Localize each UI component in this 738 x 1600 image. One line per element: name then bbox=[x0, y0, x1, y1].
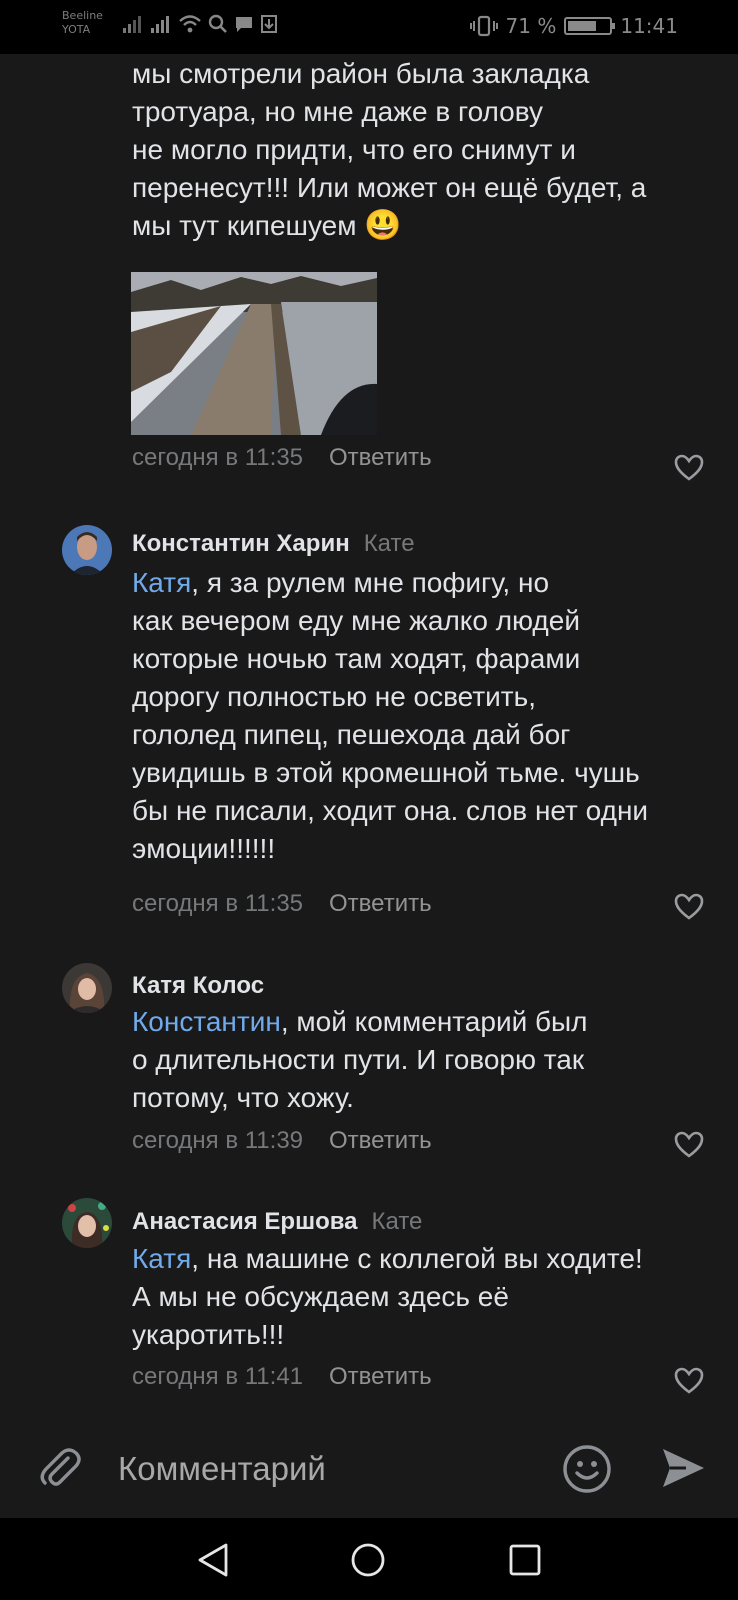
reply-button[interactable]: Ответить bbox=[329, 890, 432, 918]
comment-meta: сегодня в 11:35 Ответить bbox=[132, 890, 432, 918]
mention-link[interactable]: Катя bbox=[132, 567, 191, 598]
reply-button[interactable]: Ответить bbox=[329, 1363, 432, 1391]
status-icons-left bbox=[122, 14, 278, 34]
recents-square-icon[interactable] bbox=[508, 1543, 542, 1577]
smiley-icon[interactable] bbox=[562, 1444, 612, 1494]
signal-icon-2 bbox=[151, 16, 169, 33]
text-line: мы тут кипешуем 😃 bbox=[132, 207, 722, 245]
road-photo bbox=[131, 272, 377, 435]
reply-to: Кате bbox=[371, 1208, 423, 1235]
comment-text: Константин, мой комментарий был о длител… bbox=[132, 1003, 722, 1117]
author-line: Константин Харин Кате bbox=[132, 530, 415, 558]
text-line: мы смотрели район была закладка bbox=[132, 58, 590, 89]
comment-text: Катя, на машине с коллегой вы ходите! А … bbox=[132, 1240, 722, 1354]
text-line-content: мы тут кипешуем bbox=[132, 210, 357, 241]
comment-text-continued: мы смотрели район была закладка тротуара… bbox=[132, 55, 722, 245]
reply-to: Кате bbox=[363, 530, 415, 557]
text-line: Константин, мой комментарий был bbox=[132, 1003, 722, 1041]
mention-link[interactable]: Катя bbox=[132, 1243, 191, 1274]
text-line: А мы не обсуждаем здесь её bbox=[132, 1281, 509, 1312]
text-line: перенесут!!! Или может он ещё будет, а bbox=[132, 172, 647, 203]
system-nav-bar bbox=[0, 1518, 738, 1600]
battery-level bbox=[568, 21, 597, 31]
battery-icon bbox=[564, 17, 616, 35]
signal-icon bbox=[123, 16, 141, 33]
avatar-image bbox=[62, 963, 112, 1013]
comment-photo[interactable] bbox=[131, 272, 377, 435]
author-name[interactable]: Константин Харин bbox=[132, 530, 350, 557]
status-icons-right: 71 % 11:41 bbox=[469, 14, 678, 38]
battery-percent: 71 % bbox=[505, 14, 557, 38]
carrier-2: YOTA bbox=[62, 23, 91, 36]
carrier-1: Beeline bbox=[62, 9, 103, 22]
download-icon bbox=[261, 15, 277, 33]
avatar-image bbox=[62, 1198, 112, 1248]
comment-meta: сегодня в 11:41 Ответить bbox=[132, 1363, 432, 1391]
paperclip-icon[interactable] bbox=[36, 1444, 82, 1490]
heart-icon[interactable] bbox=[674, 1366, 704, 1396]
text-line: которые ночью там ходят, фарами bbox=[132, 643, 581, 674]
search-icon bbox=[208, 14, 227, 33]
author-line: Катя Колос bbox=[132, 972, 264, 1000]
home-circle-icon[interactable] bbox=[350, 1542, 386, 1578]
wifi-icon bbox=[179, 15, 201, 33]
text-line: дорогу полностью не осветить, bbox=[132, 681, 536, 712]
text-line: тротуара, но мне даже в голову bbox=[132, 96, 544, 127]
author-line: Анастасия Ершова Кате bbox=[132, 1208, 422, 1236]
comment-composer: Комментарий bbox=[0, 1418, 738, 1518]
text-line: увидишь в этой кромешной тьме. чушь bbox=[132, 757, 640, 788]
text-line: эмоции!!!!!! bbox=[132, 833, 276, 864]
text-line: потому, что хожу. bbox=[132, 1082, 354, 1113]
text-line: гололед пипец, пешехода дай бог bbox=[132, 719, 571, 750]
reply-button[interactable]: Ответить bbox=[329, 1127, 432, 1155]
status-bar: Beeline YOTA 71 % 11:41 bbox=[0, 0, 738, 54]
comment-time: сегодня в 11:41 bbox=[132, 1363, 304, 1390]
text-line: не могло придти, что его снимут и bbox=[132, 134, 576, 165]
vibrate-icon bbox=[469, 15, 498, 37]
text-fragment: , я за рулем мне пофигу, но bbox=[191, 567, 550, 598]
send-icon[interactable] bbox=[660, 1446, 706, 1490]
comment-input[interactable]: Комментарий bbox=[118, 1450, 326, 1488]
comment-time: сегодня в 11:35 bbox=[132, 444, 304, 471]
heart-icon[interactable] bbox=[674, 1130, 704, 1160]
text-fragment: , на машине с коллегой вы ходите! bbox=[191, 1243, 643, 1274]
text-line: укаротить!!! bbox=[132, 1319, 285, 1350]
comment-time: сегодня в 11:39 bbox=[132, 1127, 304, 1154]
back-triangle-icon[interactable] bbox=[196, 1542, 230, 1578]
text-fragment: , мой комментарий был bbox=[280, 1006, 588, 1037]
author-name[interactable]: Катя Колос bbox=[132, 972, 264, 999]
smiley-emoji: 😃 bbox=[364, 209, 402, 242]
text-line: о длительности пути. И говорю так bbox=[132, 1044, 585, 1075]
text-line: Катя, на машине с коллегой вы ходите! bbox=[132, 1240, 722, 1278]
avatar[interactable] bbox=[62, 525, 112, 575]
carrier-label: Beeline YOTA bbox=[62, 9, 103, 37]
avatar[interactable] bbox=[62, 1198, 112, 1248]
mention-link[interactable]: Константин bbox=[132, 1006, 281, 1037]
comment-meta: сегодня в 11:39 Ответить bbox=[132, 1127, 432, 1155]
heart-icon[interactable] bbox=[674, 453, 704, 483]
reply-button[interactable]: Ответить bbox=[329, 444, 432, 472]
avatar[interactable] bbox=[62, 963, 112, 1013]
comment-text: Катя, я за рулем мне пофигу, но как вече… bbox=[132, 564, 722, 868]
text-line: бы не писали, ходит она. слов нет одни bbox=[132, 795, 649, 826]
text-line: Катя, я за рулем мне пофигу, но bbox=[132, 564, 722, 602]
comment-time: сегодня в 11:35 bbox=[132, 890, 304, 917]
author-name[interactable]: Анастасия Ершова bbox=[132, 1208, 358, 1235]
avatar-image bbox=[62, 525, 112, 575]
text-line: как вечером еду мне жалко людей bbox=[132, 605, 580, 636]
comment-meta: сегодня в 11:35 Ответить bbox=[132, 444, 432, 472]
message-icon bbox=[236, 17, 252, 32]
heart-icon[interactable] bbox=[674, 892, 704, 922]
clock: 11:41 bbox=[620, 14, 678, 38]
